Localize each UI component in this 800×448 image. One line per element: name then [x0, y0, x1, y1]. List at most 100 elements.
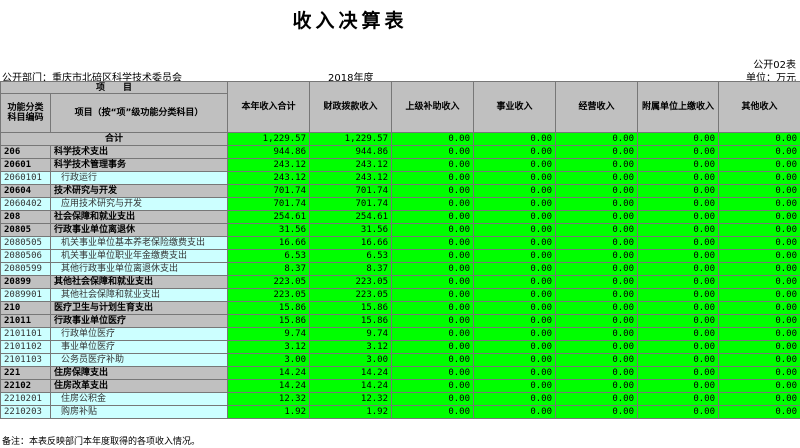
row-value: 6.53 — [227, 249, 311, 263]
row-code: 221 — [0, 366, 51, 380]
row-value: 0.00 — [718, 314, 800, 328]
row-value: 0.00 — [637, 327, 720, 341]
row-value: 223.05 — [227, 275, 311, 289]
row-value: 0.00 — [473, 262, 557, 276]
row-value: 0.00 — [391, 158, 475, 172]
row-value: 0.00 — [473, 301, 557, 315]
row-value: 0.00 — [473, 210, 557, 224]
table-row: 2080506 机关事业单位职业年金缴费支出 6.53 6.53 0.00 0.00 0.0… — [0, 249, 800, 263]
row-name: 行政单位医疗 — [49, 327, 229, 341]
row-value: 223.05 — [309, 275, 393, 289]
row-value: 0.00 — [718, 184, 800, 198]
row-value: 0.00 — [718, 223, 800, 237]
row-value: 0.00 — [718, 392, 800, 406]
table-row: 2080505 机关事业单位基本养老保险缴费支出 16.66 16.66 0.00 0.0… — [0, 236, 800, 250]
row-value: 0.00 — [473, 171, 557, 185]
col-header-other: 其他收入 — [718, 81, 800, 133]
row-name: 其他行政事业单位离退休支出 — [49, 262, 229, 276]
row-value: 0.00 — [637, 197, 720, 211]
row-value: 0.00 — [555, 262, 639, 276]
row-value: 0.00 — [473, 184, 557, 198]
row-value: 0.00 — [391, 327, 475, 341]
row-value: 0.00 — [391, 405, 475, 419]
row-value: 0.00 — [555, 314, 639, 328]
col-header-affiliated: 附属单位上缴收入 — [637, 81, 720, 133]
table-row: 208 社会保障和就业支出 254.61 254.61 0.00 0.00 0.00 0.00… — [0, 210, 800, 224]
row-value: 0.00 — [473, 249, 557, 263]
row-value: 0.00 — [391, 197, 475, 211]
row-value: 0.00 — [555, 223, 639, 237]
row-code: 2080505 — [0, 236, 51, 250]
row-value: 15.86 — [227, 301, 311, 315]
row-value: 9.74 — [309, 327, 393, 341]
row-value: 0.00 — [555, 366, 639, 380]
row-value: 0.00 — [391, 184, 475, 198]
table-row: 2101103 公务员医疗补助 3.00 3.00 0.00 0.00 0.00 0.00 0.… — [0, 353, 800, 367]
col-header-operating: 经营收入 — [555, 81, 639, 133]
row-value: 0.00 — [473, 353, 557, 367]
row-value: 254.61 — [309, 210, 393, 224]
row-value: 0.00 — [473, 288, 557, 302]
row-code: 2060402 — [0, 197, 51, 211]
total-label: 合计 — [0, 132, 229, 146]
row-value: 0.00 — [637, 210, 720, 224]
row-value: 0.00 — [718, 340, 800, 354]
row-value: 0.00 — [718, 249, 800, 263]
row-value: 1.92 — [227, 405, 311, 419]
row-value: 223.05 — [227, 288, 311, 302]
row-value: 9.74 — [227, 327, 311, 341]
row-value: 0.00 — [718, 158, 800, 172]
row-value: 3.12 — [227, 340, 311, 354]
row-name: 医疗卫生与计划生育支出 — [49, 301, 229, 315]
row-value: 3.00 — [309, 353, 393, 367]
total-row: 合计 1,229.57 1,229.57 0.00 0.00 0.00 0.00… — [0, 132, 800, 146]
row-name: 公务员医疗补助 — [49, 353, 229, 367]
row-name: 住房公积金 — [49, 392, 229, 406]
row-value: 31.56 — [227, 223, 311, 237]
row-value: 0.00 — [718, 197, 800, 211]
row-code: 2089901 — [0, 288, 51, 302]
row-value: 0.00 — [637, 262, 720, 276]
row-code: 22102 — [0, 379, 51, 393]
row-value: 0.00 — [555, 340, 639, 354]
table-row: 20601 科学技术管理事务 243.12 243.12 0.00 0.00 0.00 0.0… — [0, 158, 800, 172]
table-row: 2210203 购房补贴 1.92 1.92 0.00 0.00 0.00 0.00 0.00 — [0, 405, 800, 419]
row-value: 0.00 — [637, 223, 720, 237]
row-name: 行政事业单位医疗 — [49, 314, 229, 328]
row-value: 31.56 — [309, 223, 393, 237]
row-value: 0.00 — [718, 353, 800, 367]
row-value: 254.61 — [227, 210, 311, 224]
row-value: 944.86 — [309, 145, 393, 159]
total-value: 1,229.57 — [227, 132, 311, 146]
row-code: 20604 — [0, 184, 51, 198]
row-value: 0.00 — [555, 288, 639, 302]
row-value: 0.00 — [718, 405, 800, 419]
row-value: 0.00 — [637, 145, 720, 159]
row-value: 0.00 — [391, 275, 475, 289]
footnote: 备注：本表反映部门本年度取得的各项收入情况。 — [2, 437, 201, 447]
table-row: 2089901 其他社会保障和就业支出 223.05 223.05 0.00 0.00 0.… — [0, 288, 800, 302]
row-value: 701.74 — [227, 197, 311, 211]
row-value: 0.00 — [637, 366, 720, 380]
row-value: 0.00 — [473, 314, 557, 328]
row-value: 0.00 — [473, 392, 557, 406]
row-code: 20899 — [0, 275, 51, 289]
row-code: 21011 — [0, 314, 51, 328]
row-value: 0.00 — [718, 275, 800, 289]
row-code: 206 — [0, 145, 51, 159]
table-row: 2060101 行政运行 243.12 243.12 0.00 0.00 0.00 0.00 0… — [0, 171, 800, 185]
row-name: 行政事业单位离退休 — [49, 223, 229, 237]
row-code: 20601 — [0, 158, 51, 172]
row-value: 0.00 — [391, 262, 475, 276]
item-group-header: 项 目 — [0, 81, 229, 94]
row-value: 0.00 — [473, 197, 557, 211]
row-value: 0.00 — [718, 210, 800, 224]
col-header-business: 事业收入 — [473, 81, 557, 133]
row-code: 20805 — [0, 223, 51, 237]
row-value: 0.00 — [555, 379, 639, 393]
total-value: 0.00 — [718, 132, 800, 146]
row-value: 0.00 — [718, 301, 800, 315]
row-value: 0.00 — [391, 236, 475, 250]
row-code: 2060101 — [0, 171, 51, 185]
row-value: 0.00 — [637, 340, 720, 354]
